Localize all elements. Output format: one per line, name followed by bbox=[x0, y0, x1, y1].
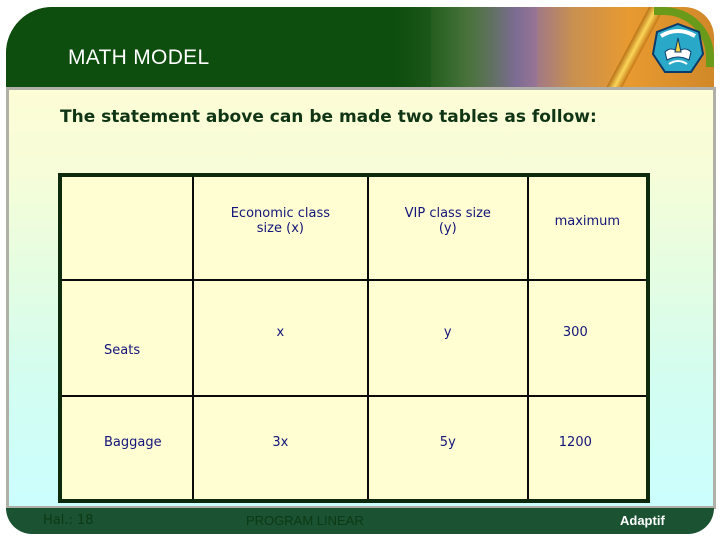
table-header-economic: Economic class size (x) bbox=[191, 174, 369, 281]
cell-baggage-maximum: 1200 bbox=[526, 395, 650, 502]
statement-text: The statement above can be made two tabl… bbox=[60, 107, 597, 127]
cell-seats-economic: x bbox=[191, 279, 369, 397]
table-header-vip: VIP class size (y) bbox=[366, 174, 529, 281]
cell-seats-maximum: 300 bbox=[526, 279, 650, 397]
cell-seats-vip: y bbox=[366, 279, 529, 397]
math-model-table: Economic class size (x) VIP class size (… bbox=[58, 173, 650, 503]
header-fade bbox=[395, 7, 537, 87]
brand-label: Adaptif bbox=[620, 513, 665, 528]
course-name: PROGRAM LINEAR bbox=[246, 513, 364, 528]
table-row: Seats x y 300 bbox=[59, 279, 650, 397]
page-number: Hal.: 18 bbox=[43, 513, 94, 528]
table-header-maximum: maximum bbox=[526, 174, 650, 281]
slide-footer: Hal.: 18 PROGRAM LINEAR Adaptif bbox=[6, 508, 714, 534]
ministry-emblem-icon bbox=[651, 22, 705, 73]
row-label-seats: Seats bbox=[59, 279, 194, 397]
cell-baggage-vip: 5y bbox=[366, 395, 529, 502]
table-header-row: Economic class size (x) VIP class size (… bbox=[59, 174, 650, 281]
table-row: Baggage 3x 5y 1200 bbox=[59, 395, 650, 502]
row-label-baggage: Baggage bbox=[59, 395, 194, 502]
table-header-empty bbox=[59, 174, 194, 281]
slide-title: MATH MODEL bbox=[68, 46, 210, 69]
cell-baggage-economic: 3x bbox=[191, 395, 369, 502]
